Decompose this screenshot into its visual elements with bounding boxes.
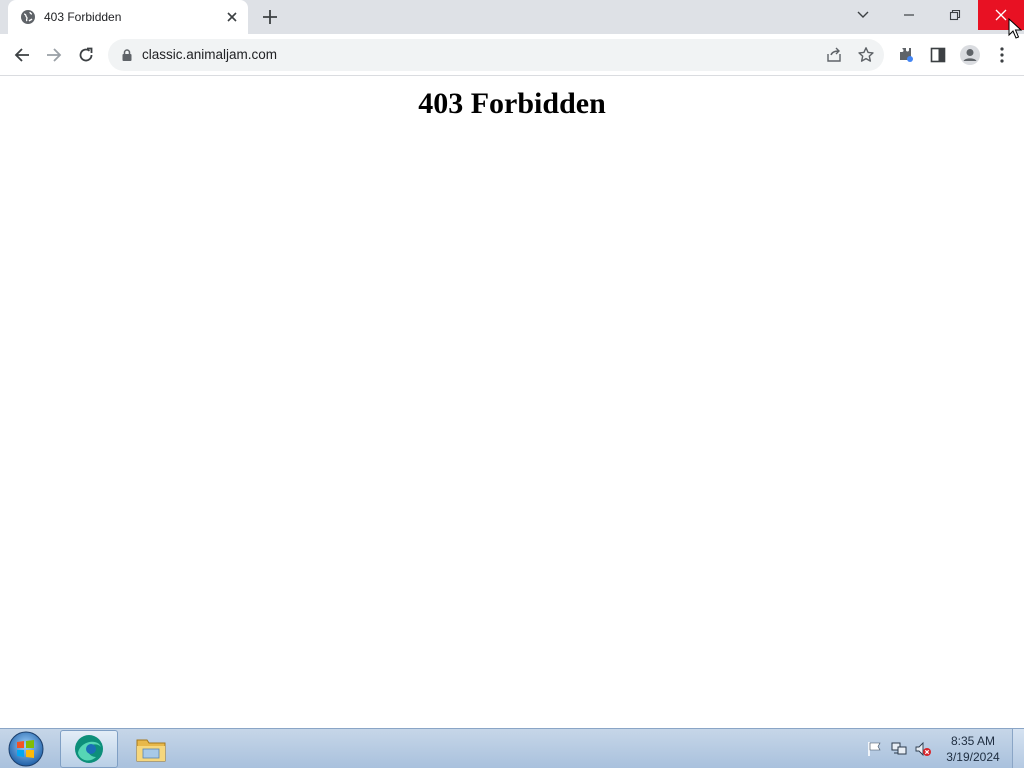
side-panel-icon xyxy=(930,47,946,63)
share-button[interactable] xyxy=(824,45,844,65)
star-icon xyxy=(858,47,874,62)
minimize-button[interactable] xyxy=(886,0,932,30)
tab-close-icon[interactable] xyxy=(224,9,240,25)
system-clock[interactable]: 8:35 AM 3/19/2024 xyxy=(936,733,1010,765)
volume-muted-icon[interactable] xyxy=(914,741,932,757)
page-content: 403 Forbidden xyxy=(0,77,1024,728)
lock-icon[interactable] xyxy=(120,48,134,62)
tab-search-button[interactable] xyxy=(840,0,886,30)
clock-date: 3/19/2024 xyxy=(946,750,1000,764)
taskbar-browser[interactable] xyxy=(60,730,118,768)
back-button[interactable] xyxy=(10,43,34,67)
restore-icon xyxy=(949,9,961,21)
page-heading: 403 Forbidden xyxy=(418,87,606,120)
globe-icon xyxy=(21,10,35,24)
extensions-button[interactable] xyxy=(894,43,918,67)
clock-time: 8:35 AM xyxy=(950,734,996,748)
windows-taskbar: 8:35 AM 3/19/2024 xyxy=(0,728,1024,768)
bookmark-button[interactable] xyxy=(856,45,876,65)
extensions-icon xyxy=(900,48,913,62)
file-explorer-icon xyxy=(136,739,166,762)
more-menu-button[interactable] xyxy=(990,43,1014,67)
restore-button[interactable] xyxy=(932,0,978,30)
url-text[interactable]: classic.animaljam.com xyxy=(142,47,277,62)
reload-icon xyxy=(79,47,93,62)
close-window-button[interactable] xyxy=(978,0,1024,30)
back-arrow-icon xyxy=(14,48,29,62)
tab-search-icon xyxy=(857,11,869,18)
minimize-icon xyxy=(904,14,914,16)
more-vert-icon xyxy=(1000,47,1004,63)
tab-strip: 403 Forbidden xyxy=(0,0,1024,34)
browser-app-icon xyxy=(75,735,103,763)
browser-tab[interactable]: 403 Forbidden xyxy=(8,0,248,34)
taskbar-file-explorer[interactable] xyxy=(122,730,180,768)
profile-icon xyxy=(960,45,980,65)
show-desktop-button[interactable] xyxy=(1012,729,1024,768)
address-bar[interactable]: classic.animaljam.com xyxy=(108,39,884,71)
forward-button[interactable] xyxy=(42,43,66,67)
browser-toolbar: classic.animaljam.com xyxy=(0,34,1024,76)
side-panel-button[interactable] xyxy=(926,43,950,67)
action-center-flag-icon[interactable] xyxy=(866,741,884,757)
profile-button[interactable] xyxy=(958,43,982,67)
tab-title: 403 Forbidden xyxy=(44,10,122,24)
forward-arrow-icon xyxy=(47,48,62,62)
network-icon[interactable] xyxy=(890,741,908,757)
reload-button[interactable] xyxy=(74,43,98,67)
close-icon xyxy=(995,9,1007,21)
share-icon xyxy=(827,47,841,62)
start-orb-icon[interactable] xyxy=(4,730,48,768)
new-tab-plus-icon[interactable] xyxy=(260,7,280,27)
